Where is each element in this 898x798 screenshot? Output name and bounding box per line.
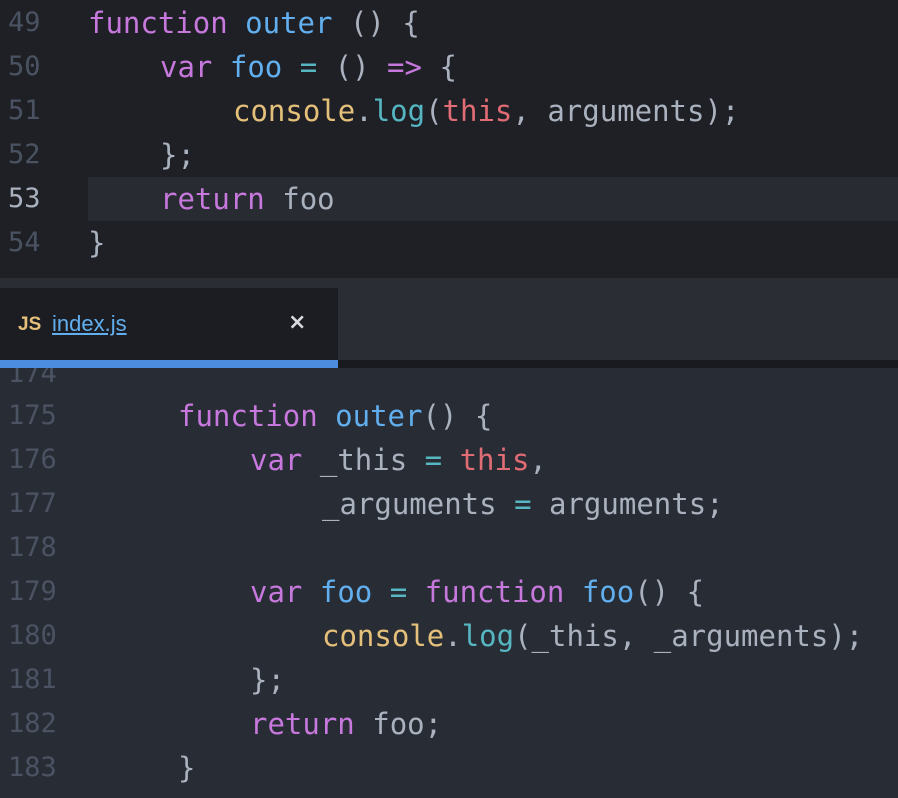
- code-text: var _this = this,: [250, 443, 547, 477]
- tab-index-js[interactable]: JS index.js ×: [0, 288, 338, 360]
- code-text: _arguments = arguments;: [322, 487, 724, 521]
- tab-bar-border: [338, 360, 898, 368]
- code-text: }: [178, 751, 196, 785]
- code-line[interactable]: 183 }: [0, 746, 898, 790]
- code-line[interactable]: 54 }: [0, 221, 898, 265]
- code-line[interactable]: 49 function outer () {: [0, 1, 898, 45]
- code-line-active[interactable]: 53 return foo: [0, 177, 898, 221]
- code-line[interactable]: 182 return foo;: [0, 702, 898, 746]
- code-line[interactable]: 178: [0, 526, 898, 570]
- code-text: return foo;: [250, 707, 443, 741]
- code-text: console.log(this, arguments);: [233, 94, 740, 128]
- code-line[interactable]: 176 var _this = this,: [0, 438, 898, 482]
- line-number: 177: [8, 488, 57, 519]
- code-text: }: [88, 226, 106, 260]
- code-line[interactable]: 51 console.log(this, arguments);: [0, 89, 898, 133]
- code-line[interactable]: 174: [0, 368, 898, 396]
- line-number: 176: [8, 444, 57, 475]
- line-number: 178: [8, 532, 57, 563]
- code-text: var foo = function foo() {: [250, 575, 705, 609]
- line-number: 52: [8, 139, 41, 170]
- line-number: 51: [8, 95, 41, 126]
- top-editor-pane[interactable]: 49 function outer () { 50 var foo = () =…: [0, 0, 898, 278]
- code-line[interactable]: 181 };: [0, 658, 898, 702]
- code-text: };: [160, 138, 195, 172]
- code-text: console.log(_this, _arguments);: [322, 619, 864, 653]
- tab-bar: JS index.js ×: [0, 288, 898, 368]
- line-number: 180: [8, 620, 57, 651]
- code-text: function outer() {: [178, 399, 493, 433]
- line-number: 179: [8, 576, 57, 607]
- line-number: 182: [8, 708, 57, 739]
- code-line[interactable]: 179 var foo = function foo() {: [0, 570, 898, 614]
- code-line[interactable]: 177 _arguments = arguments;: [0, 482, 898, 526]
- code-text: };: [250, 663, 285, 697]
- line-number: 175: [8, 400, 57, 431]
- line-number: 181: [8, 664, 57, 695]
- pane-divider[interactable]: [0, 278, 898, 288]
- bottom-editor-pane[interactable]: 174 175 function outer() { 176 var _this…: [0, 368, 898, 798]
- active-tab-indicator: [0, 360, 338, 368]
- code-line[interactable]: 180 console.log(_this, _arguments);: [0, 614, 898, 658]
- line-number: 174: [8, 368, 57, 389]
- code-line[interactable]: 175 function outer() {: [0, 394, 898, 438]
- line-number: 53: [8, 183, 41, 214]
- code-line[interactable]: 50 var foo = () => {: [0, 45, 898, 89]
- javascript-file-icon: JS: [18, 314, 42, 335]
- tab-title[interactable]: index.js: [52, 311, 127, 337]
- code-line[interactable]: 52 };: [0, 133, 898, 177]
- code-text: return foo: [160, 182, 335, 216]
- code-text: function outer () {: [88, 6, 420, 40]
- line-number: 50: [8, 51, 41, 82]
- line-number: 183: [8, 752, 57, 783]
- code-text: var foo = () => {: [160, 50, 457, 84]
- close-icon[interactable]: ×: [288, 310, 306, 335]
- line-number: 54: [8, 227, 41, 258]
- line-number: 49: [8, 7, 41, 38]
